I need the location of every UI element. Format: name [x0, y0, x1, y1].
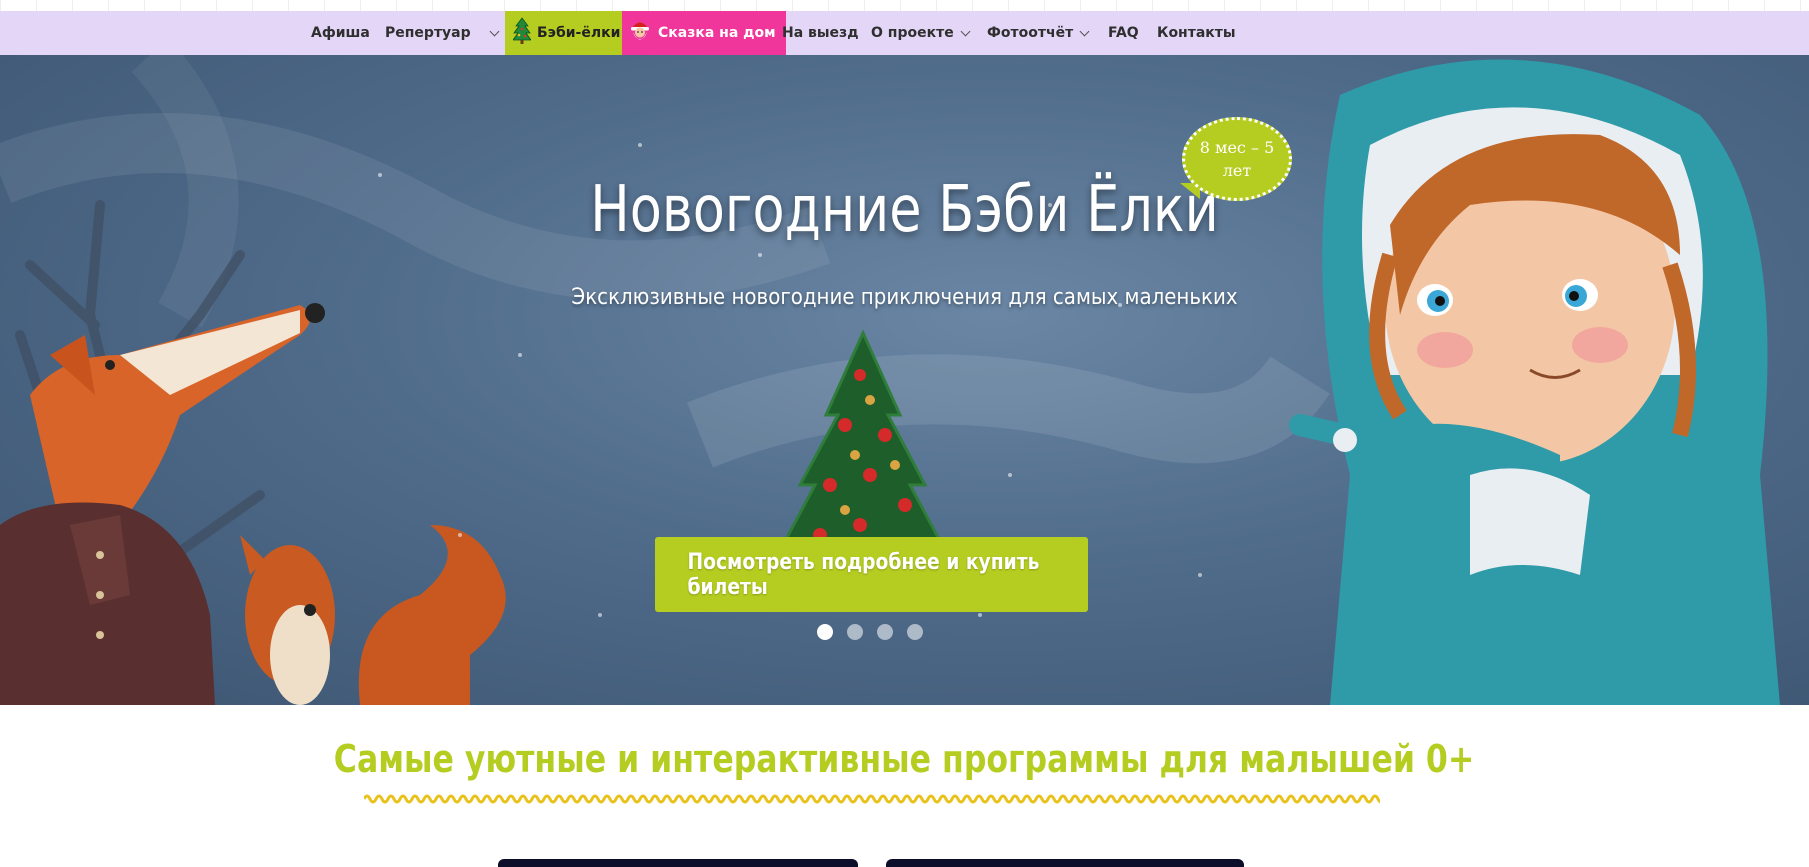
nav-item-label: Афиша: [311, 25, 370, 41]
nav-item-photo-report[interactable]: Фотоотчёт: [987, 11, 1090, 55]
nav-item-contacts[interactable]: Контакты: [1157, 11, 1236, 55]
nav-item-fairy-tale-home[interactable]: Сказка на дом: [622, 11, 786, 55]
nav-item-faq[interactable]: FAQ: [1108, 11, 1139, 55]
nav-item-afisha[interactable]: Афиша: [311, 11, 370, 55]
nav-item-label: Контакты: [1157, 25, 1236, 41]
program-card-1[interactable]: [498, 859, 858, 867]
nav-item-label: Бэби-ёлки: [537, 25, 621, 41]
nav-item-on-site[interactable]: На выезд: [782, 11, 859, 55]
santa-icon: [628, 17, 652, 49]
chevron-down-icon: [1079, 26, 1090, 36]
age-badge: 8 мес – 5 лет: [1182, 117, 1292, 201]
nav-item-baby-trees[interactable]: Бэби-ёлки: [505, 11, 631, 55]
nav-item-label: На выезд: [782, 25, 859, 41]
buy-tickets-button[interactable]: Посмотреть подробнее и купить билеты: [655, 537, 1088, 612]
chevron-down-icon: [960, 26, 971, 36]
hero-subtitle: Эксклюзивные новогодние приключения для …: [571, 285, 1238, 310]
nav-item-label: О проекте: [871, 25, 954, 41]
slider-dot-1[interactable]: [817, 624, 833, 640]
main-navigation: Афиша Репертуар Бэби-ёлки Сказка на дом: [0, 11, 1809, 55]
nav-item-label: Репертуар: [385, 25, 471, 41]
buy-tickets-button-label: Посмотреть подробнее и купить билеты: [687, 549, 1040, 600]
nav-item-label: Фотоотчёт: [987, 25, 1074, 41]
section-title: Самые уютные и интерактивные программы д…: [0, 737, 1809, 781]
top-decorative-strip: [0, 0, 1809, 11]
section-title-text: Самые уютные и интерактивные программы д…: [334, 737, 1475, 781]
squirrel-illustration: [240, 525, 506, 705]
hero-title: Новогодние Бэби Ёлки: [590, 173, 1219, 247]
nav-item-repertoire[interactable]: Репертуар: [385, 11, 500, 55]
program-card-2[interactable]: [886, 859, 1244, 867]
nav-item-label: Сказка на дом: [658, 25, 776, 41]
chevron-down-icon: [489, 26, 500, 36]
snow-maiden-illustration: [1289, 59, 1780, 705]
slider-pagination: [817, 624, 923, 640]
nav-item-label: FAQ: [1108, 25, 1139, 41]
wavy-divider: [364, 794, 1380, 804]
fir-tree-icon: [512, 17, 532, 49]
slider-dot-3[interactable]: [877, 624, 893, 640]
nav-item-about[interactable]: О проекте: [871, 11, 971, 55]
slider-dot-2[interactable]: [847, 624, 863, 640]
slider-dot-4[interactable]: [907, 624, 923, 640]
